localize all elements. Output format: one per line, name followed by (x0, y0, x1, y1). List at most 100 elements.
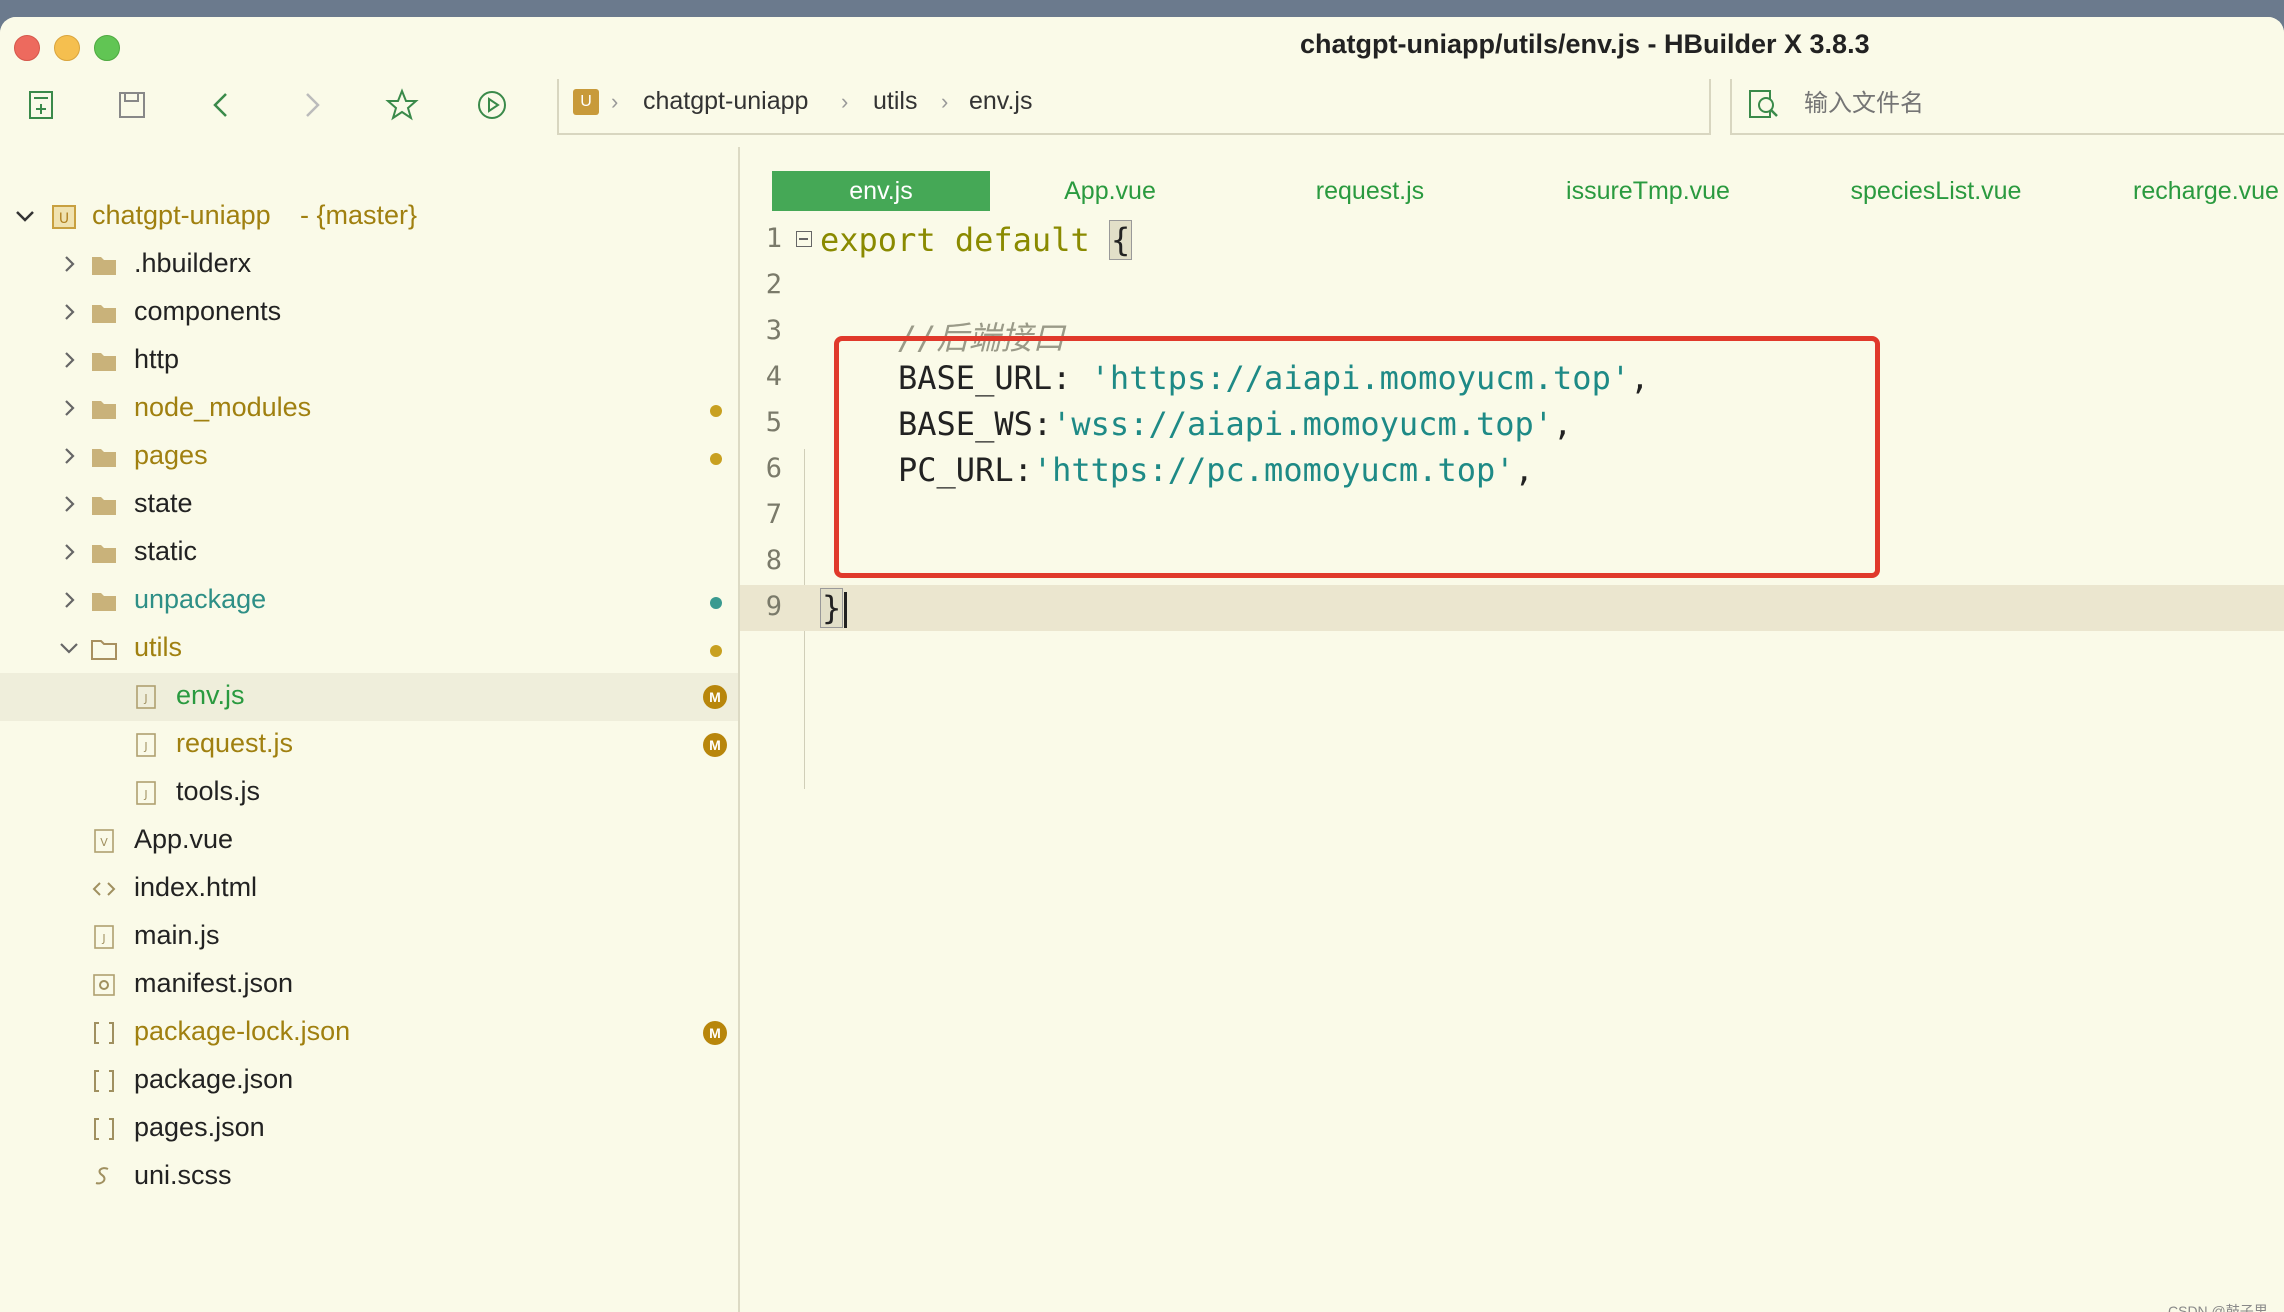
tree-item-label: state (134, 488, 193, 518)
tree-item-label: request.js (176, 728, 294, 758)
git-status-dot (710, 453, 722, 465)
close-window-button[interactable] (14, 35, 40, 61)
svg-text:J: J (101, 932, 105, 945)
chevron-right-icon: › (611, 89, 619, 114)
minimize-window-button[interactable] (54, 35, 80, 61)
maximize-window-button[interactable] (94, 35, 120, 61)
tree-item-package-json[interactable]: package.json (0, 1057, 738, 1105)
chevron-right-icon: › (841, 89, 849, 114)
tree-item-env-js[interactable]: Jenv.js M (0, 673, 738, 721)
tree-item-uni-scss[interactable]: uni.scss (0, 1153, 738, 1201)
tree-item-pages[interactable]: pages (0, 433, 738, 481)
git-branch-label: - {master} (300, 200, 418, 230)
tree-item-label: manifest.json (134, 968, 294, 998)
tree-item-label: env.js (176, 680, 245, 710)
chevron-right-icon[interactable] (58, 445, 80, 467)
js-file-icon: J (132, 683, 160, 711)
line-number: 3 (765, 315, 782, 346)
chevron-right-icon[interactable] (58, 253, 80, 275)
search-icon[interactable] (1746, 87, 1782, 123)
svg-text:J: J (143, 692, 147, 705)
git-modified-badge: M (703, 685, 727, 709)
breadcrumb-item-project[interactable]: chatgpt-uniapp (643, 87, 808, 116)
code-line-9-current[interactable]: 9 } (740, 585, 2284, 631)
tree-item-static[interactable]: static (0, 529, 738, 577)
folder-icon (90, 587, 118, 615)
svg-text:J: J (143, 788, 147, 801)
tree-item-tools-js[interactable]: Jtools.js (0, 769, 738, 817)
annotation-highlight-box (834, 336, 1880, 578)
tab-app-vue[interactable]: App.vue (1030, 171, 1190, 211)
folder-icon (90, 539, 118, 567)
tree-item-node-modules[interactable]: node_modules (0, 385, 738, 433)
svg-text:U: U (59, 211, 69, 227)
tab-recharge-vue[interactable]: recharge.vue (2106, 171, 2284, 211)
line-number: 7 (765, 499, 782, 530)
chevron-right-icon[interactable] (58, 349, 80, 371)
keyword-export: export (820, 221, 936, 259)
tree-item-index-html[interactable]: index.html (0, 865, 738, 913)
tree-item-label: main.js (134, 920, 220, 950)
fold-toggle-icon[interactable] (796, 231, 812, 247)
tree-item-label: static (134, 536, 198, 566)
chevron-right-icon[interactable] (58, 589, 80, 611)
tree-item-main-js[interactable]: Jmain.js (0, 913, 738, 961)
line-number: 1 (765, 223, 782, 254)
vue-file-icon: V (90, 827, 118, 855)
svg-text:J: J (143, 740, 147, 753)
tree-item-http[interactable]: http (0, 337, 738, 385)
tree-item-label: tools.js (176, 776, 261, 806)
forward-icon[interactable] (294, 87, 330, 123)
git-modified-badge: M (703, 733, 727, 757)
chevron-right-icon[interactable] (58, 301, 80, 323)
chevron-right-icon[interactable] (58, 493, 80, 515)
folder-icon (90, 443, 118, 471)
chevron-right-icon[interactable] (58, 397, 80, 419)
tree-item-label: package-lock.json (134, 1016, 351, 1046)
tree-item-request-js[interactable]: Jrequest.js M (0, 721, 738, 769)
svg-text:V: V (100, 836, 108, 849)
tree-item-pages-json[interactable]: pages.json (0, 1105, 738, 1153)
json-file-icon (90, 1115, 118, 1143)
scss-file-icon (90, 1163, 118, 1191)
tree-item-utils[interactable]: utils (0, 625, 738, 673)
tab-issuretmp-vue[interactable]: issureTmp.vue (1528, 171, 1768, 211)
breadcrumb: U › chatgpt-uniapp › utils › env.js (557, 79, 1711, 135)
breadcrumb-item-utils[interactable]: utils (873, 87, 917, 116)
chevron-down-icon[interactable] (14, 205, 36, 227)
chevron-down-icon[interactable] (58, 637, 80, 659)
git-status-dot (710, 405, 722, 417)
tab-request-js[interactable]: request.js (1280, 171, 1460, 211)
tree-item-state[interactable]: state (0, 481, 738, 529)
js-file-icon: J (132, 731, 160, 759)
folder-open-icon (90, 635, 118, 663)
favorite-star-icon[interactable] (384, 87, 420, 123)
run-icon[interactable] (474, 87, 510, 123)
code-line-2[interactable]: 2 (740, 263, 2284, 309)
chevron-right-icon[interactable] (58, 541, 80, 563)
tree-item-label: components (134, 296, 282, 326)
tree-item-hbuilderx[interactable]: .hbuilderx (0, 241, 738, 289)
save-icon[interactable] (114, 87, 150, 123)
tree-item-app-vue[interactable]: V App.vue (0, 817, 738, 865)
tree-item-package-lock-json[interactable]: package-lock.json M (0, 1009, 738, 1057)
tree-item-components[interactable]: components (0, 289, 738, 337)
new-file-icon[interactable] (24, 87, 60, 123)
tree-item-label: utils (134, 632, 183, 662)
keyword-default: default (954, 221, 1090, 259)
back-icon[interactable] (204, 87, 240, 123)
breadcrumb-item-file[interactable]: env.js (969, 87, 1032, 116)
tab-specieslist-vue[interactable]: speciesList.vue (1816, 171, 2056, 211)
tree-project-root[interactable]: U chatgpt-uniapp - {master} (0, 193, 738, 241)
title-bar: chatgpt-uniapp/utils/env.js - HBuilder X… (0, 17, 2284, 73)
json-file-icon (90, 1019, 118, 1047)
tab-env-js[interactable]: env.js (772, 171, 990, 211)
tree-item-unpackage[interactable]: unpackage (0, 577, 738, 625)
code-line-1[interactable]: 1 export default { (740, 217, 2284, 263)
tree-item-manifest-json[interactable]: manifest.json (0, 961, 738, 1009)
folder-icon (90, 395, 118, 423)
tree-item-label: App.vue (134, 824, 234, 854)
search-input[interactable] (1802, 89, 2206, 119)
text-caret (844, 592, 848, 628)
folder-icon (90, 491, 118, 519)
